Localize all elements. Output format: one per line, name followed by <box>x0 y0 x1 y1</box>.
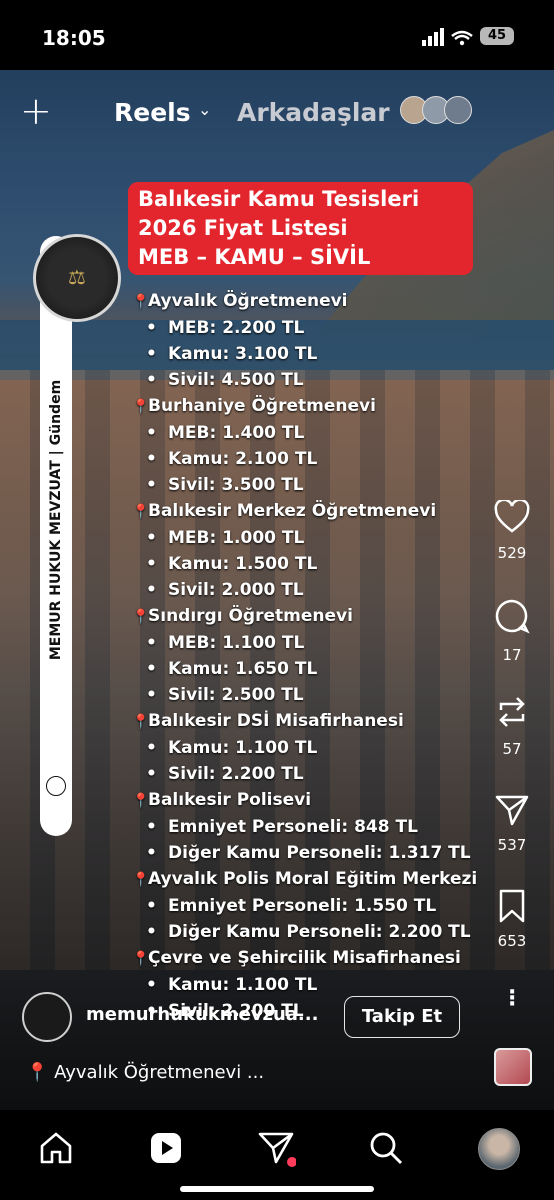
signal-wifi-icon <box>422 28 473 46</box>
account-logo: ⚖ <box>33 234 121 322</box>
price-item: MEB: 1.400 TL <box>132 420 512 446</box>
price-item: MEB: 2.200 TL <box>132 315 512 341</box>
section-name: Ayvalık Polis Moral Eğitim Merkezi <box>148 869 478 889</box>
messages-icon[interactable] <box>256 1128 296 1168</box>
section-name: Sındırgı Öğretmenevi <box>148 606 353 626</box>
friend-avatar <box>444 96 472 124</box>
section-header: 📍Ayvalık Öğretmenevi <box>132 288 512 315</box>
pin-icon: 📍 <box>132 714 150 730</box>
author-username[interactable]: memurhukukmevzua... <box>86 1004 318 1025</box>
price-item: Diğer Kamu Personeli: 2.200 TL <box>132 919 512 945</box>
save-button[interactable]: 653 <box>488 888 536 950</box>
repost-count: 57 <box>502 740 522 758</box>
price-item: Sivil: 2.500 TL <box>132 682 512 708</box>
section-name: Ayvalık Öğretmenevi <box>148 291 348 311</box>
pin-icon: 📍 <box>26 1062 49 1083</box>
section-header: 📍Balıkesir DSİ Misafirhanesi <box>132 708 512 735</box>
section-name: Balıkesir Polisevi <box>148 790 312 810</box>
price-item: Kamu: 1.100 TL <box>132 735 512 761</box>
author-avatar[interactable] <box>22 992 72 1042</box>
pin-icon: 📍 <box>132 872 150 888</box>
section-header: 📍Balıkesir Merkez Öğretmenevi <box>132 498 512 525</box>
profile-avatar[interactable] <box>478 1128 520 1170</box>
price-item: Kamu: 2.100 TL <box>132 446 512 472</box>
share-count: 537 <box>497 836 527 854</box>
reels-tab[interactable]: Reels <box>114 98 191 127</box>
pin-icon: 📍 <box>132 504 150 520</box>
price-item: MEB: 1.000 TL <box>132 525 512 551</box>
heart-icon <box>494 500 530 533</box>
like-button[interactable]: 529 <box>488 500 536 562</box>
title-line: MEB – KAMU – SİVİL <box>138 245 371 269</box>
pin-icon: 📍 <box>132 294 150 310</box>
section-name: Çevre ve Şehircilik Misafirhanesi <box>148 948 461 968</box>
home-icon[interactable] <box>36 1128 76 1168</box>
section-name: Balıkesir Merkez Öğretmenevi <box>148 501 437 521</box>
search-icon[interactable] <box>366 1128 406 1168</box>
audio-thumbnail[interactable] <box>494 1048 532 1086</box>
post-author-bar: memurhukukmevzua... Takip Et <box>0 992 554 1042</box>
follow-button[interactable]: Takip Et <box>344 996 460 1038</box>
section-header: 📍Balıkesir Polisevi <box>132 787 512 814</box>
repost-icon <box>499 697 525 727</box>
top-navigation: + Reels ⌄ Arkadaşlar <box>0 88 554 136</box>
chevron-down-icon[interactable]: ⌄ <box>198 100 211 119</box>
send-icon <box>495 795 529 826</box>
status-bar: 18:05 45 <box>0 0 554 70</box>
pin-icon: 📍 <box>132 609 150 625</box>
notification-dot <box>287 1157 296 1167</box>
section-header: 📍Burhaniye Öğretmenevi <box>132 393 512 420</box>
like-count: 529 <box>497 544 527 562</box>
price-item: Kamu: 1.500 TL <box>132 551 512 577</box>
price-item: Sivil: 2.000 TL <box>132 577 512 603</box>
bookmark-icon <box>499 889 525 923</box>
location-text: Ayvalık Öğretmenevi ... <box>54 1062 265 1083</box>
status-time: 18:05 <box>42 26 106 50</box>
save-count: 653 <box>497 932 527 950</box>
reels-icon[interactable] <box>146 1128 186 1168</box>
location-tag[interactable]: 📍 Ayvalık Öğretmenevi ... <box>26 1062 264 1083</box>
price-item: Emniyet Personeli: 848 TL <box>132 814 512 840</box>
comment-count: 17 <box>502 646 522 664</box>
pin-icon: 📍 <box>132 399 150 415</box>
pin-icon: 📍 <box>132 793 150 809</box>
price-item: Sivil: 4.500 TL <box>132 367 512 393</box>
share-button[interactable]: 537 <box>488 792 536 854</box>
price-item: Kamu: 3.100 TL <box>132 341 512 367</box>
side-label-text: MEMUR HUKUK MEVZUAT | Gündem <box>48 379 64 661</box>
section-header: 📍Ayvalık Polis Moral Eğitim Merkezi <box>132 866 512 893</box>
price-item: Emniyet Personeli: 1.550 TL <box>132 893 512 919</box>
repost-button[interactable]: 57 <box>488 694 536 758</box>
section-header: 📍Çevre ve Şehircilik Misafirhanesi <box>132 945 512 972</box>
price-item: Diğer Kamu Personeli: 1.317 TL <box>132 840 512 866</box>
price-list: 📍Ayvalık Öğretmenevi MEB: 2.200 TL Kamu:… <box>132 288 512 1024</box>
price-item: Sivil: 2.200 TL <box>132 761 512 787</box>
comment-button[interactable]: 17 <box>488 598 536 664</box>
section-header: 📍Sındırgı Öğretmenevi <box>132 603 512 630</box>
bottom-tab-bar <box>0 1110 554 1200</box>
price-item: Sivil: 3.500 TL <box>132 472 512 498</box>
price-item: MEB: 1.100 TL <box>132 630 512 656</box>
globe-icon <box>46 776 66 796</box>
overlay-title: Balıkesir Kamu Tesisleri 2026 Fiyat List… <box>128 182 473 275</box>
price-item: Kamu: 1.650 TL <box>132 656 512 682</box>
title-line: 2026 Fiyat Listesi <box>138 216 348 240</box>
comment-icon <box>495 599 530 634</box>
pin-icon: 📍 <box>132 951 150 967</box>
friends-tab[interactable]: Arkadaşlar <box>237 98 390 127</box>
section-name: Balıkesir DSİ Misafirhanesi <box>148 711 404 731</box>
title-line: Balıkesir Kamu Tesisleri <box>138 187 420 211</box>
section-name: Burhaniye Öğretmenevi <box>148 396 376 416</box>
home-indicator <box>180 1186 374 1192</box>
battery-indicator: 45 <box>480 27 514 45</box>
create-button[interactable]: + <box>20 92 52 130</box>
